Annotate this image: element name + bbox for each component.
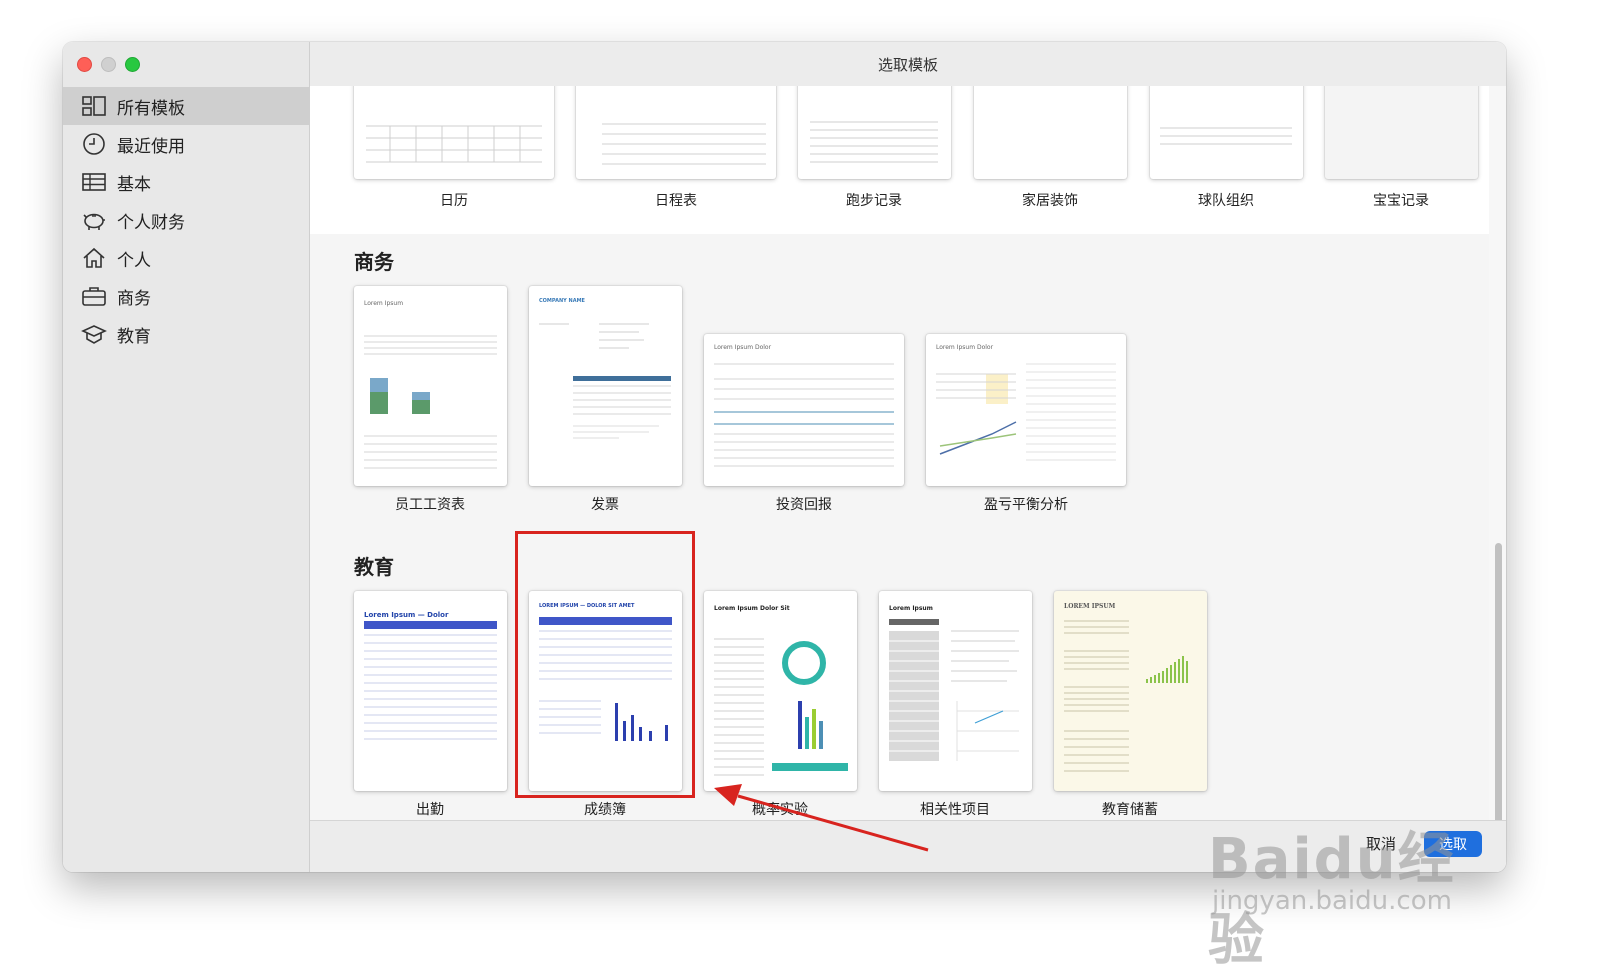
annotation-arrow-icon xyxy=(714,784,929,852)
